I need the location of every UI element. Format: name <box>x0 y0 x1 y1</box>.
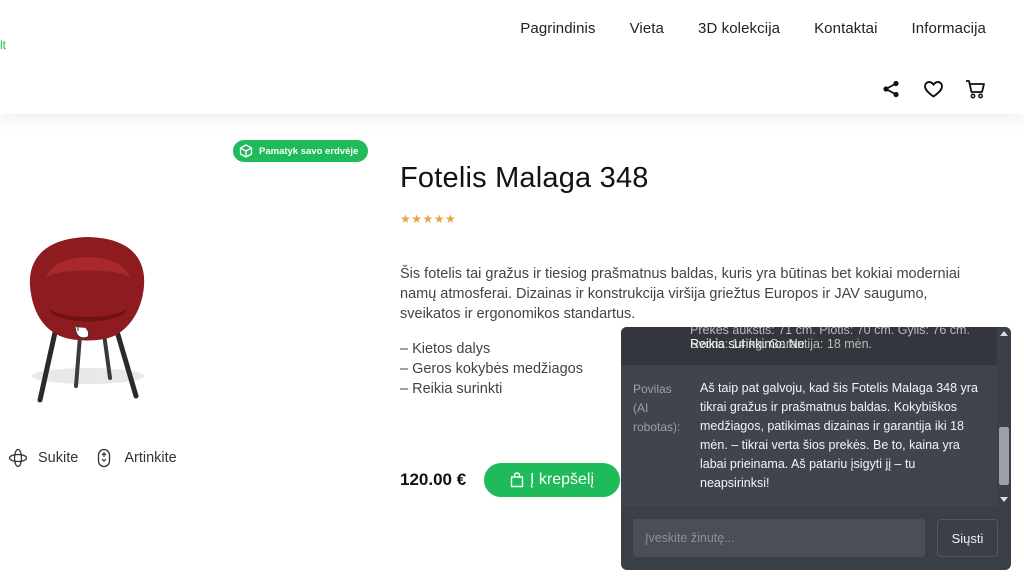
site-header: lt Pagrindinis Vieta 3D kolekcija Kontak… <box>0 0 1024 114</box>
rating-stars: ★★★★★ <box>400 212 457 226</box>
ar-badge-label: Pamatyk savo erdvėje <box>259 145 359 157</box>
chat-messages[interactable]: Prekės aukštis: 71 cm. Plotis: 70 cm. Gy… <box>621 327 997 506</box>
share-icon[interactable] <box>880 78 902 100</box>
cart-icon[interactable] <box>964 78 986 100</box>
bag-icon <box>510 472 524 488</box>
feature-list: – Kietos dalys – Geros kokybės medžiagos… <box>400 339 583 399</box>
feature-item: – Kietos dalys <box>400 341 491 357</box>
scroll-down-arrow-icon[interactable] <box>1000 497 1008 502</box>
nav-item-informacija[interactable]: Informacija <box>912 20 986 37</box>
previous-message-text: Reikia surinkimo: Ne <box>690 337 805 351</box>
logo-fragment[interactable]: lt <box>0 38 6 52</box>
add-to-cart-button[interactable]: Į krepšelį <box>484 463 620 497</box>
scroll-up-arrow-icon[interactable] <box>1000 331 1008 336</box>
header-actions <box>880 78 986 100</box>
viewer-controls: Sukite Artinkite <box>8 448 177 468</box>
main-nav: Pagrindinis Vieta 3D kolekcija Kontaktai… <box>520 20 986 37</box>
heart-icon[interactable] <box>922 78 944 100</box>
product-3d-viewer[interactable] <box>18 228 158 408</box>
previous-message: Prekės aukštis: 71 cm. Plotis: 70 cm. Gy… <box>621 327 997 365</box>
rotate-control[interactable]: Sukite <box>8 448 78 468</box>
chat-message-input[interactable] <box>633 519 925 557</box>
product-description: Šis fotelis tai gražus ir tiesiog prašma… <box>400 266 961 322</box>
cube-icon <box>239 144 253 158</box>
send-button[interactable]: Siųsti <box>937 519 998 557</box>
zoom-control[interactable]: Artinkite <box>94 448 177 468</box>
rotate-icon <box>8 448 28 468</box>
product-title: Fotelis Malaga 348 <box>400 162 649 194</box>
nav-item-vieta[interactable]: Vieta <box>630 20 664 37</box>
chat-scrollbar[interactable] <box>997 327 1011 506</box>
message-text: Aš taip pat galvoju, kad šis Fotelis Mal… <box>700 381 978 490</box>
feature-item: – Reikia surinkti <box>400 381 503 397</box>
zoom-label: Artinkite <box>124 450 177 466</box>
message-author: Povilas (AI robotas): <box>633 382 681 434</box>
nav-item-3d-kolekcija[interactable]: 3D kolekcija <box>698 20 780 37</box>
ar-view-button[interactable]: Pamatyk savo erdvėje <box>233 140 369 162</box>
rotate-label: Sukite <box>38 450 79 466</box>
nav-item-kontaktai[interactable]: Kontaktai <box>814 20 877 37</box>
mouse-scroll-icon <box>94 448 114 468</box>
scrollbar-thumb[interactable] <box>999 427 1009 485</box>
add-to-cart-label: Į krepšelį <box>529 471 595 488</box>
product-price: 120.00 € <box>400 470 467 489</box>
nav-item-pagrindinis[interactable]: Pagrindinis <box>520 20 595 37</box>
feature-item: – Geros kokybės medžiagos <box>400 361 583 377</box>
chat-widget: Prekės aukštis: 71 cm. Plotis: 70 cm. Gy… <box>621 327 1011 570</box>
